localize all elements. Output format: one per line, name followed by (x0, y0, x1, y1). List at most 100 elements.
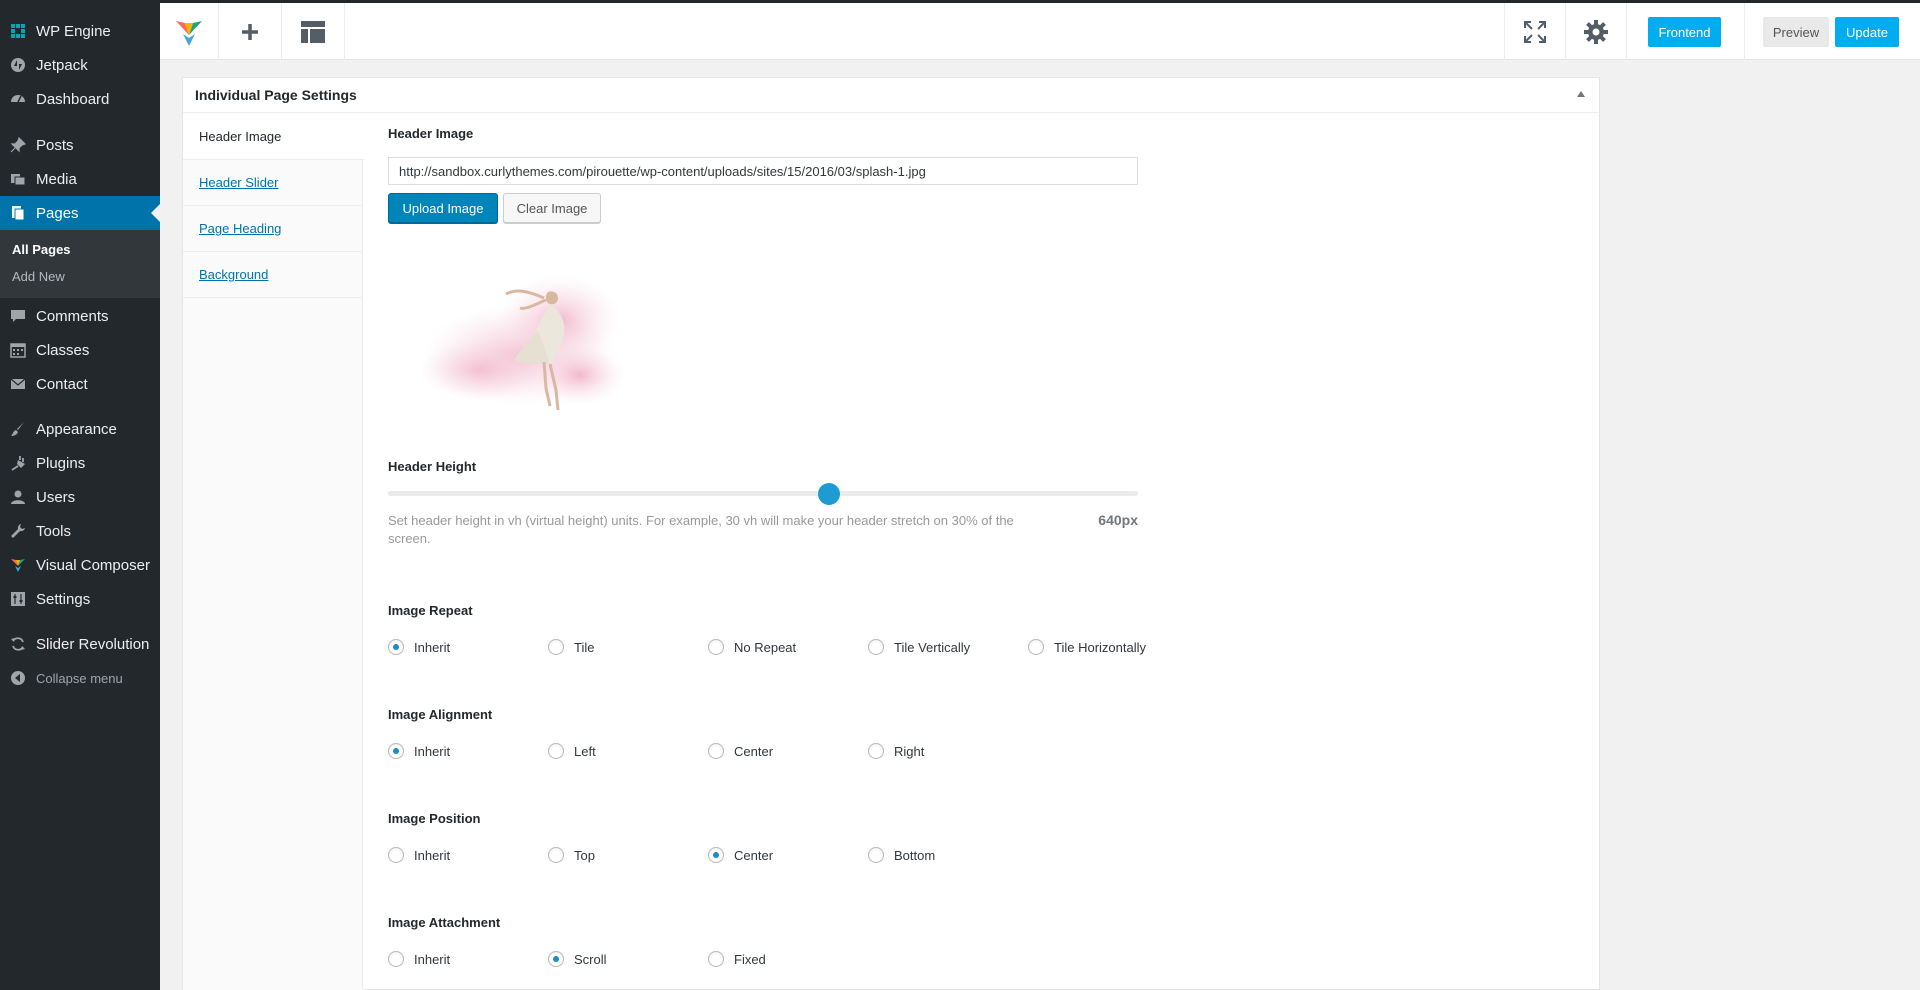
sidebar-item-tools[interactable]: Tools (0, 514, 160, 548)
sidebar-item-slider-revolution[interactable]: Slider Revolution (0, 627, 160, 661)
radio-button[interactable] (1028, 639, 1044, 655)
header-image-url-input[interactable] (388, 157, 1138, 185)
sidebar-item-pages[interactable]: Pages (0, 196, 160, 230)
media-icon (0, 171, 36, 187)
fullscreen-button[interactable] (1505, 3, 1565, 60)
sidebar-item-dashboard[interactable]: Dashboard (0, 82, 160, 116)
toolbar-separator (1744, 3, 1745, 60)
image-alignment-option[interactable]: Center (708, 743, 773, 759)
add-element-button[interactable] (219, 3, 281, 60)
image-alignment-option[interactable]: Right (868, 743, 924, 759)
image-alignment-option[interactable]: Left (548, 743, 596, 759)
image-attachment-option[interactable]: Inherit (388, 951, 450, 967)
sidebar-item-settings[interactable]: Settings (0, 582, 160, 616)
sidebar-item-media[interactable]: Media (0, 162, 160, 196)
radio-button[interactable] (708, 639, 724, 655)
vc-logo-icon (0, 557, 36, 573)
radio-button[interactable] (708, 951, 724, 967)
tab-background[interactable]: Background (183, 252, 363, 298)
sidebar-item-label: Slider Revolution (36, 635, 150, 653)
sidebar-item-posts[interactable]: Posts (0, 128, 160, 162)
radio-label: Tile (574, 639, 595, 655)
sidebar-item-classes[interactable]: Classes (0, 333, 160, 367)
image-position-option[interactable]: Inherit (388, 847, 450, 863)
image-position-option[interactable]: Center (708, 847, 773, 863)
sidebar-item-jetpack[interactable]: Jetpack (0, 48, 160, 82)
radio-button[interactable] (388, 847, 404, 863)
header-height-slider-track[interactable] (388, 491, 1138, 496)
brush-icon (0, 421, 36, 437)
fullscreen-icon (1524, 20, 1546, 43)
radio-button[interactable] (548, 847, 564, 863)
header-height-slider-handle[interactable] (818, 483, 840, 505)
radio-label: Inherit (414, 639, 451, 655)
sidebar-item-comments[interactable]: Comments (0, 299, 160, 333)
radio-button[interactable] (708, 743, 724, 759)
sidebar-item-plugins[interactable]: Plugins (0, 446, 160, 480)
image-repeat-option[interactable]: Tile Vertically (868, 639, 970, 655)
mail-icon (0, 376, 36, 392)
sidebar-item-users[interactable]: Users (0, 480, 160, 514)
user-icon (0, 489, 36, 505)
image-repeat-option[interactable]: Tile (548, 639, 594, 655)
sidebar-item-label: Media (36, 170, 77, 188)
image-position-option[interactable]: Top (548, 847, 595, 863)
header-image-preview (420, 275, 625, 410)
radio-button[interactable] (548, 951, 564, 967)
image-alignment-option[interactable]: Inherit (388, 743, 450, 759)
radio-label: No Repeat (734, 639, 797, 655)
image-attachment-option[interactable]: Scroll (548, 951, 607, 967)
submenu-all-pages[interactable]: All Pages (12, 242, 71, 257)
sidebar-item-contact[interactable]: Contact (0, 367, 160, 401)
radio-button[interactable] (868, 639, 884, 655)
sidebar-item-label: Comments (36, 307, 109, 325)
radio-button[interactable] (388, 951, 404, 967)
collapse-menu-button[interactable]: Collapse menu (0, 664, 160, 692)
calendar-icon (0, 342, 36, 358)
admin-sidebar: WP Engine Jetpack Dashboard Posts Media … (0, 0, 160, 990)
image-repeat-option[interactable]: Tile Horizontally (1028, 639, 1146, 655)
wrench-icon (0, 523, 36, 539)
comment-icon (0, 308, 36, 324)
submenu-add-new[interactable]: Add New (12, 269, 65, 284)
radio-button[interactable] (708, 847, 724, 863)
radio-button[interactable] (388, 743, 404, 759)
radio-button[interactable] (548, 743, 564, 759)
sidebar-item-wp-engine[interactable]: WP Engine (0, 14, 160, 48)
pages-submenu: All Pages Add New (0, 230, 160, 298)
page-settings-button[interactable] (1566, 3, 1626, 60)
jetpack-icon (0, 57, 36, 73)
radio-button[interactable] (868, 743, 884, 759)
upload-image-button[interactable]: Upload Image (388, 193, 498, 223)
radio-label: Tile Vertically (894, 639, 971, 655)
sidebar-item-label: Posts (36, 136, 74, 154)
tab-header-image[interactable]: Header Image (183, 114, 364, 160)
sidebar-item-label: Classes (36, 341, 90, 359)
settings-icon (0, 591, 36, 607)
preview-button[interactable]: Preview (1763, 17, 1829, 47)
panel-header[interactable]: Individual Page Settings (183, 78, 1599, 113)
radio-button[interactable] (388, 639, 404, 655)
tab-page-heading[interactable]: Page Heading (183, 206, 363, 252)
templates-button[interactable] (282, 3, 344, 60)
image-repeat-option[interactable]: No Repeat (708, 639, 796, 655)
image-repeat-option[interactable]: Inherit (388, 639, 450, 655)
refresh-icon (0, 636, 36, 652)
frontend-button[interactable]: Frontend (1648, 17, 1721, 47)
image-position-option[interactable]: Bottom (868, 847, 935, 863)
radio-label: Bottom (894, 847, 936, 863)
sidebar-item-visual-composer[interactable]: Visual Composer (0, 548, 160, 582)
radio-button[interactable] (548, 639, 564, 655)
header-height-value: 640px (1098, 512, 1138, 528)
sidebar-item-appearance[interactable]: Appearance (0, 412, 160, 446)
vc-logo-button[interactable] (160, 3, 218, 60)
update-button[interactable]: Update (1835, 17, 1899, 47)
tab-header-slider[interactable]: Header Slider (183, 160, 363, 206)
image-attachment-label: Image Attachment (388, 915, 501, 930)
radio-button[interactable] (868, 847, 884, 863)
clear-image-button[interactable]: Clear Image (503, 193, 601, 223)
image-attachment-option[interactable]: Fixed (708, 951, 766, 967)
collapse-arrow-icon[interactable] (1577, 91, 1585, 97)
sidebar-item-label: Jetpack (36, 56, 88, 74)
radio-label: Scroll (574, 951, 607, 967)
